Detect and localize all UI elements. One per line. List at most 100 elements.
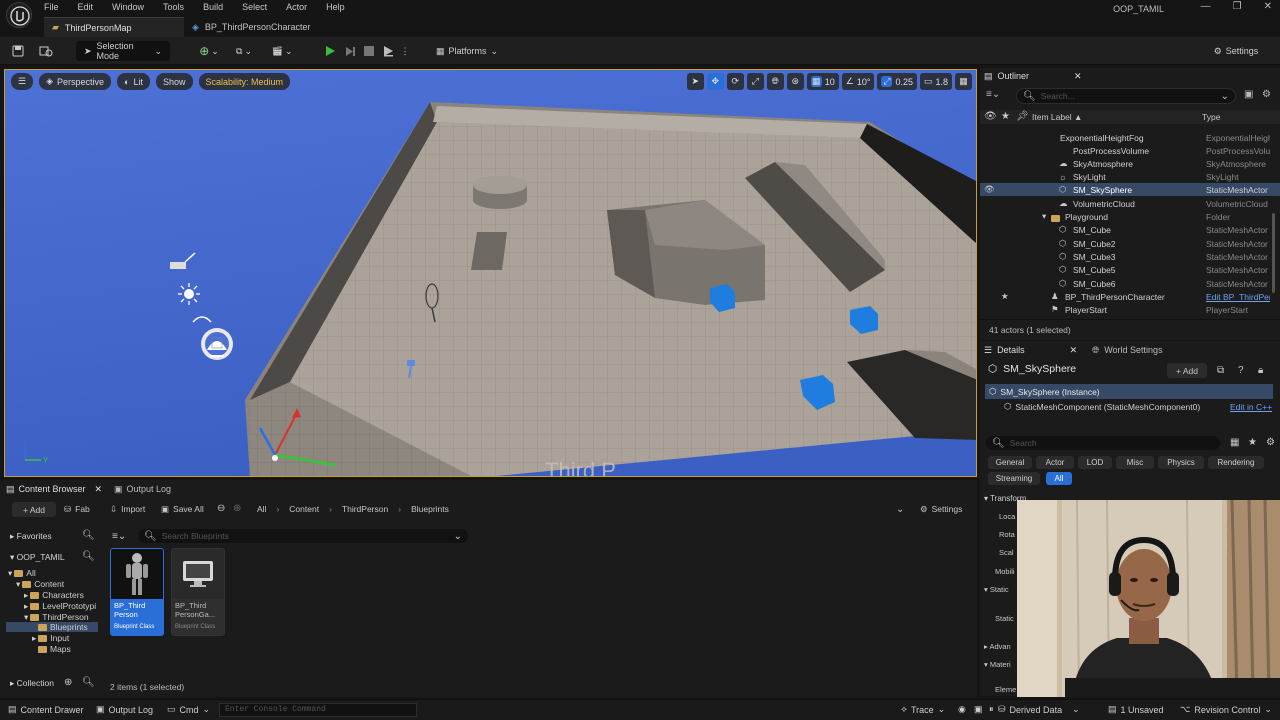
- outliner-tab[interactable]: ▤ Outliner ✕: [984, 68, 1094, 84]
- tree-item-all[interactable]: ▾ All: [8, 568, 36, 579]
- stop-icon[interactable]: [362, 41, 376, 61]
- add-folder-icon[interactable]: ▣: [1244, 89, 1253, 100]
- outliner-row[interactable]: ☁︎ VolumetricCloud VolumetricCloud: [980, 197, 1280, 210]
- tree-item-content[interactable]: ▾ Content: [16, 579, 64, 590]
- filter-icon[interactable]: ≡⌄: [112, 531, 126, 542]
- search-icon[interactable]: 🔍︎: [82, 551, 95, 562]
- lit-button[interactable]: ◐ Lit: [117, 73, 150, 90]
- surface-snap-icon[interactable]: ⊛: [786, 73, 804, 90]
- tree-item-maps[interactable]: Maps: [38, 644, 71, 654]
- show-button[interactable]: Show: [155, 73, 193, 90]
- pause-icon[interactable]: ⏸︎: [989, 704, 994, 715]
- console-command-input[interactable]: Enter Console Command: [219, 703, 417, 717]
- select-mode-icon[interactable]: ➤: [686, 73, 704, 90]
- outliner-row[interactable]: ⬡ SM_Cube3 StaticMeshActor: [980, 250, 1280, 263]
- scalability-button[interactable]: Scalability: Medium: [198, 73, 291, 90]
- lock-pin-icon[interactable]: 📌︎: [1016, 111, 1029, 122]
- outliner-row[interactable]: PostProcessVolume PostProcessVolu: [980, 144, 1280, 157]
- chevron-down-icon[interactable]: ⌄: [896, 504, 904, 515]
- cb-settings-button[interactable]: ⚙ Settings: [920, 504, 962, 515]
- project-section[interactable]: ▾ OOP_TAMIL: [10, 552, 65, 563]
- search-icon[interactable]: 🔍︎: [82, 530, 95, 541]
- outliner-row[interactable]: ☼ SkyLight SkyLight: [980, 170, 1280, 183]
- rotation-snap-button[interactable]: ∠ 10°: [841, 73, 875, 90]
- actor-name[interactable]: SM_SkySphere: [1003, 363, 1076, 375]
- outliner-row[interactable]: ⬡ SM_Cube5 StaticMeshActor: [980, 263, 1280, 276]
- revision-control-button[interactable]: ⌥ Revision Control ⌄: [1180, 704, 1272, 715]
- maximize-viewport-icon[interactable]: ▦: [955, 73, 972, 90]
- save-all-button[interactable]: ▣ Save All: [161, 504, 204, 515]
- asset-bp-third-person-gamemode[interactable]: BP_Third PersonGa... Blueprint Class: [171, 548, 225, 636]
- menu-select[interactable]: Select: [242, 2, 267, 12]
- filter-icon[interactable]: ≡⌄: [986, 89, 1016, 103]
- filter-actor[interactable]: Actor: [1036, 456, 1074, 469]
- world-space-icon[interactable]: 🌐︎: [766, 73, 784, 90]
- tree-item-blueprints[interactable]: Blueprints: [6, 622, 98, 632]
- platforms-dropdown[interactable]: ▦ Platforms ⌄: [432, 41, 502, 61]
- advanced-section-header[interactable]: ▸ Advan: [984, 642, 1011, 651]
- cmd-dropdown[interactable]: ▭ Cmd ⌄: [167, 704, 210, 715]
- screenshot-icon[interactable]: ▣: [974, 704, 983, 715]
- close-icon[interactable]: ✕: [1264, 1, 1272, 12]
- record-icon[interactable]: ◉: [958, 704, 966, 715]
- item-label-column[interactable]: Item Label ▲: [1032, 112, 1082, 122]
- blueprint-convert-icon[interactable]: ⧉: [1217, 365, 1224, 376]
- visibility-eye-icon[interactable]: 👁︎: [984, 184, 995, 195]
- output-log-button[interactable]: ▣ Output Log: [96, 704, 153, 715]
- grid-view-icon[interactable]: ▦: [1230, 437, 1239, 448]
- materials-section-header[interactable]: ▾ Materi: [984, 660, 1011, 669]
- expand-arrow-icon[interactable]: ▾: [1042, 211, 1046, 222]
- menu-edit[interactable]: Edit: [78, 2, 94, 12]
- close-icon[interactable]: ✕: [95, 484, 103, 495]
- breadcrumb-content[interactable]: Content: [289, 504, 319, 514]
- filter-misc[interactable]: Misc: [1116, 456, 1154, 469]
- menu-build[interactable]: Build: [203, 2, 223, 12]
- content-icon[interactable]: [38, 41, 54, 61]
- unsaved-button[interactable]: ▤ 1 Unsaved: [1108, 704, 1164, 715]
- tree-item-characters[interactable]: ▸ Characters: [24, 590, 84, 601]
- content-drawer-button[interactable]: ▤ Content Drawer: [8, 704, 84, 715]
- component-row[interactable]: ⬡ StaticMeshComponent (StaticMeshCompone…: [1004, 401, 1200, 412]
- favorites-section[interactable]: ▸ Favorites: [10, 531, 52, 542]
- search-icon[interactable]: 🔍︎: [82, 677, 95, 688]
- perspective-button[interactable]: ◈ Perspective: [39, 73, 112, 90]
- fab-button[interactable]: ⛁ Fab: [64, 504, 90, 515]
- asset-search-input[interactable]: 🔍︎ Search Blueprints ⌄: [138, 529, 468, 543]
- tree-item-level-prototyping[interactable]: ▸ LevelPrototypi: [24, 601, 96, 612]
- tree-item-input[interactable]: ▸ Input: [32, 633, 69, 644]
- derived-data-button[interactable]: ⛁ Derived Data ⌄: [998, 704, 1080, 715]
- menu-file[interactable]: File: [44, 2, 59, 12]
- import-button[interactable]: ⇩ Import: [110, 504, 145, 515]
- outliner-row[interactable]: ⬡ SM_Cube StaticMeshActor: [980, 223, 1280, 236]
- filter-general[interactable]: General: [988, 456, 1032, 469]
- filter-all[interactable]: All: [1046, 472, 1072, 485]
- favorite-star-icon[interactable]: ★: [1248, 437, 1257, 448]
- translate-icon[interactable]: ✥: [706, 73, 724, 90]
- scale-snap-button[interactable]: ⤢ 0.25: [877, 73, 917, 90]
- close-icon[interactable]: ✕: [1070, 345, 1078, 356]
- edit-blueprint-link[interactable]: Edit BP_ThirdPer: [1206, 292, 1270, 302]
- settings-gear-icon[interactable]: ⚙: [1262, 89, 1271, 100]
- play-options-icon[interactable]: ⋮: [400, 41, 410, 61]
- minimize-icon[interactable]: —: [1201, 1, 1211, 12]
- menu-actor[interactable]: Actor: [286, 2, 307, 12]
- filter-streaming[interactable]: Streaming: [988, 472, 1040, 485]
- selection-mode-dropdown[interactable]: ➤ Selection Mode ⌄: [76, 41, 170, 61]
- tab-third-person-map[interactable]: ▰ ThirdPersonMap: [44, 17, 184, 37]
- settings-gear-icon[interactable]: ⚙: [1266, 437, 1275, 448]
- help-icon[interactable]: ?: [1238, 365, 1244, 376]
- add-collection-icon[interactable]: ⊕: [64, 677, 72, 688]
- static-mesh-section-header[interactable]: ▾ Static: [984, 585, 1009, 594]
- add-component-button[interactable]: + Add: [1167, 363, 1207, 378]
- outliner-row[interactable]: ⚑ PlayerStart PlayerStart: [980, 303, 1280, 316]
- trace-dropdown[interactable]: ⟡ Trace ⌄: [901, 704, 945, 715]
- maximize-icon[interactable]: ❐: [1233, 1, 1242, 12]
- breadcrumb-third-person[interactable]: ThirdPerson: [342, 504, 388, 514]
- settings-button[interactable]: ⚙ Settings: [1206, 41, 1266, 61]
- blueprint-button[interactable]: ⧉ ⌄: [230, 41, 258, 61]
- menu-help[interactable]: Help: [326, 2, 345, 12]
- asset-bp-third-person-character[interactable]: BP_Third Person Blueprint Class: [110, 548, 164, 636]
- collection-section[interactable]: ▸ Collection: [10, 678, 54, 689]
- pin-star-icon[interactable]: ★: [1001, 291, 1009, 302]
- scale-icon[interactable]: ⤢: [746, 73, 764, 90]
